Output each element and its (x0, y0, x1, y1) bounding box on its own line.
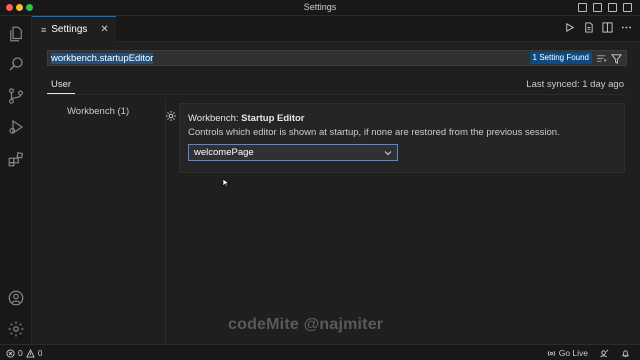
setting-description: Controls which editor is shown at startu… (188, 127, 560, 138)
files-icon[interactable] (6, 24, 26, 44)
window-title: Settings (303, 2, 337, 12)
warning-count: 0 (37, 348, 43, 358)
editor-tab-bar: ≡ Settings ✕ (32, 16, 640, 42)
divider (47, 94, 627, 95)
tab-label: Settings (51, 24, 88, 35)
source-control-icon[interactable] (6, 86, 26, 106)
problems-status[interactable]: 0 0 (6, 348, 42, 358)
manage-gear-icon[interactable] (6, 319, 26, 339)
go-live-label: Go Live (558, 348, 588, 358)
select-value: welcomePage (194, 147, 254, 158)
search-query-text: workbench.startupEditor (51, 52, 154, 64)
toc-divider (165, 100, 166, 344)
error-icon (6, 348, 15, 358)
mouse-cursor-icon (222, 178, 230, 188)
setting-name: Startup Editor (241, 113, 305, 124)
broadcast-icon (547, 350, 555, 356)
toggle-secondary-sidebar-icon[interactable] (608, 3, 617, 12)
setting-category: Workbench: (188, 113, 242, 124)
extensions-icon[interactable] (6, 149, 26, 169)
customize-layout-icon[interactable] (623, 3, 632, 12)
chevron-down-icon (384, 151, 392, 156)
run-icon[interactable] (564, 22, 575, 33)
close-icon[interactable]: ✕ (100, 24, 108, 35)
activity-bar (0, 16, 32, 344)
clear-filter-icon[interactable] (596, 53, 607, 64)
setting-gear-icon[interactable] (165, 110, 177, 122)
more-actions-icon[interactable] (621, 22, 632, 33)
setting-title: Workbench: Startup Editor (188, 113, 305, 124)
account-icon[interactable] (6, 288, 26, 308)
search-icon[interactable] (6, 54, 26, 74)
settings-found-badge: 1 Setting Found (529, 52, 592, 64)
split-editor-icon[interactable] (602, 22, 613, 33)
toggle-primary-sidebar-icon[interactable] (578, 3, 587, 12)
title-bar: Settings (0, 0, 640, 16)
accounts-status-icon[interactable] (600, 349, 609, 358)
go-live-button[interactable]: Go Live (547, 348, 588, 358)
settings-file-icon: ≡ (41, 24, 47, 35)
error-count: 0 (18, 348, 23, 358)
startup-editor-select[interactable]: welcomePage (188, 144, 398, 161)
filter-icon[interactable] (611, 53, 622, 64)
watermark: codeMite @najmiter (228, 316, 384, 333)
status-bar: 0 0 Go Live (0, 344, 640, 360)
tab-settings[interactable]: ≡ Settings ✕ (32, 16, 116, 42)
toc-item-workbench[interactable]: Workbench (1) (67, 106, 129, 117)
settings-search-input[interactable]: workbench.startupEditor 1 Setting Found (47, 50, 627, 66)
run-debug-icon[interactable] (6, 117, 26, 137)
toggle-panel-icon[interactable] (593, 3, 602, 12)
bell-icon[interactable] (621, 349, 630, 358)
warning-icon (25, 348, 35, 358)
last-synced-label: Last synced: 1 day ago (526, 79, 624, 90)
open-settings-json-icon[interactable] (583, 22, 594, 33)
tab-user[interactable]: User (47, 78, 75, 94)
